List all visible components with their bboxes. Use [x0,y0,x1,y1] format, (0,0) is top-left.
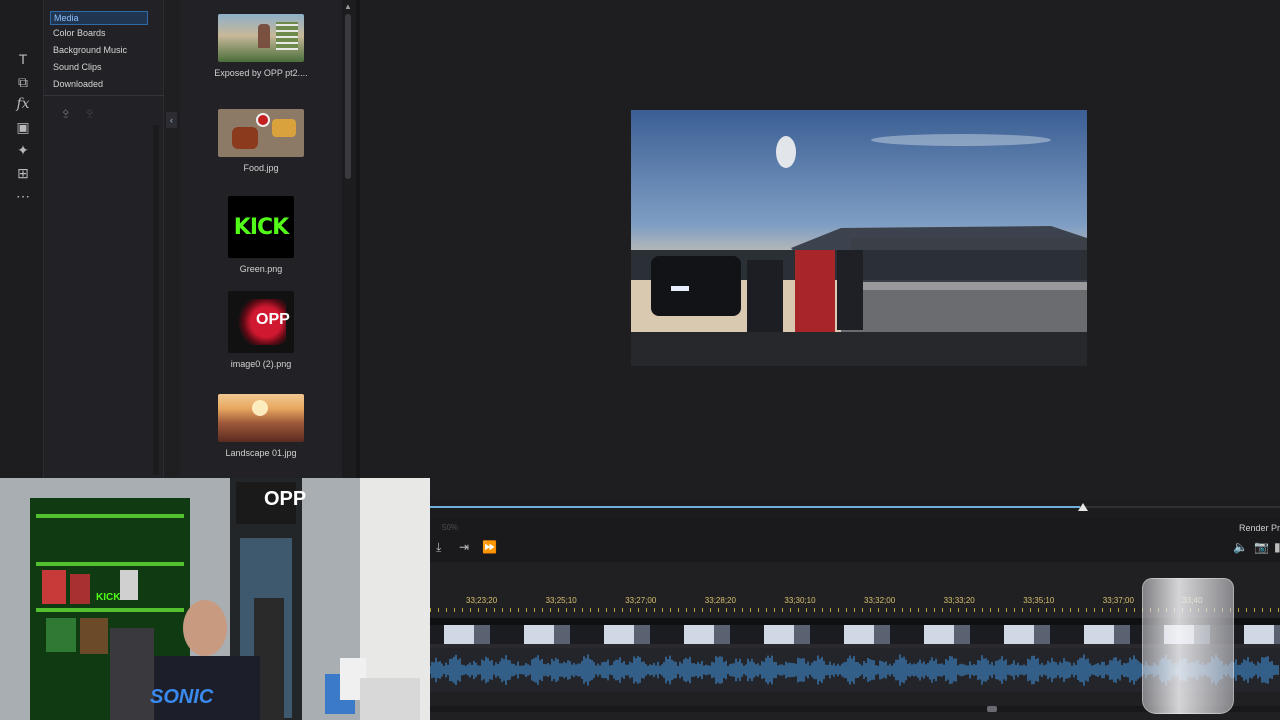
snapshot-icon[interactable]: 📷 [1254,540,1269,554]
panel-gutter: ‹ [164,0,180,480]
seek-bar[interactable] [430,506,1280,508]
webcam-feed: OPP KICK SONIC [0,478,430,720]
mark-out-icon[interactable]: ⇥ [459,540,469,554]
media-scrollbar[interactable]: ▲ [342,0,356,480]
particle-tool-icon[interactable]: ✦ [14,141,32,159]
media-thumbnail: OPP [228,291,294,353]
ruler-tick-label: 33;30;10 [784,596,816,605]
seek-handle[interactable] [1078,503,1088,511]
media-item[interactable]: Food.jpg [202,109,320,173]
more-tools-icon[interactable]: ⋯ [14,187,32,205]
media-item[interactable]: KICK Green.png [202,196,320,274]
tree-item-color-boards[interactable]: Color Boards [53,28,106,38]
timeline-controls: 50% ⤓ ⇥ ⏩ 🔈 📷 ▮ Render Pr [430,518,1280,562]
media-item[interactable]: OPP image0 (2).png [202,291,320,369]
media-library-grid: Exposed by OPP pt2.... Food.jpg KICK Gre… [180,0,342,480]
add-tag-icon[interactable]: ⍚ [62,102,70,119]
media-item-label: Exposed by OPP pt2.... [214,68,308,78]
library-tree-panel: Media Color Boards Background Music Soun… [44,0,164,480]
fast-forward-icon[interactable]: ⏩ [482,540,497,554]
media-item-label: image0 (2).png [230,359,292,369]
tree-item-sound-clips[interactable]: Sound Clips [53,62,102,72]
media-item[interactable]: Exposed by OPP pt2.... [202,14,320,78]
media-thumbnail [218,109,304,157]
timeline-scroll-thumb[interactable] [987,706,997,712]
kick-thumb-text: KICK [233,214,289,240]
media-thumbnail: KICK [228,196,294,258]
zoom-level[interactable]: 50% [442,523,458,532]
ruler-tick-label: 33;37;00 [1102,596,1134,605]
tree-item-downloaded[interactable]: Downloaded [53,79,103,89]
mark-in-icon[interactable]: ⤓ [436,540,441,555]
remove-tag-icon: ⍚ [86,102,95,118]
ruler-tick-label: 33;28;20 [704,596,736,605]
subtitle-tool-icon[interactable]: ⊞ [14,164,32,182]
tree-divider [44,95,164,96]
pip-tool-icon[interactable]: ▣ [14,118,32,136]
ruler-tick-label: 33;35;10 [1023,596,1055,605]
ruler-tick-label: 33;25;10 [545,596,577,605]
media-item-label: Green.png [239,264,283,274]
webcam-shirt-text: SONIC [150,686,214,708]
seek-bar-progress [430,506,1081,508]
scroll-up-icon[interactable]: ▲ [344,2,352,11]
left-icon-rail: T ⧉ fx ▣ ✦ ⊞ ⋯ [0,0,44,480]
fx-tool-icon[interactable]: fx [14,95,32,113]
webcam-poster-text: OPP [264,488,307,510]
tree-item-background-music[interactable]: Background Music [53,45,127,55]
transition-tool-icon[interactable]: ⧉ [14,73,32,91]
ruler-tick-label: 33;33;20 [943,596,975,605]
media-item-label: Landscape 01.jpg [225,448,297,458]
collapse-panel-button[interactable]: ‹ [166,112,177,128]
webcam-kick-sign: KICK [96,592,121,603]
media-item[interactable]: Landscape 01.jpg [202,394,320,458]
ruler-tick-label: 33;27;00 [625,596,657,605]
media-item-label: Food.jpg [243,163,279,173]
opp-thumb-text: OPP [256,311,290,328]
render-preview-button[interactable]: Render Pr [1239,523,1280,533]
drink-glass-overlay [1142,578,1234,714]
media-thumbnail [218,14,304,62]
volume-icon[interactable]: 🔈 [1233,540,1248,554]
tree-scrollbar[interactable] [153,125,159,475]
ruler-tick-label: 33;23;20 [466,596,498,605]
tree-item-media[interactable]: Media [50,11,148,25]
media-thumbnail [218,394,304,442]
preview-video-frame [631,110,1087,366]
title-tool-icon[interactable]: T [14,50,32,68]
more-options-icon[interactable]: ▮ [1274,540,1280,554]
media-scroll-thumb[interactable] [345,14,351,179]
ruler-tick-label: 33;32;00 [864,596,896,605]
